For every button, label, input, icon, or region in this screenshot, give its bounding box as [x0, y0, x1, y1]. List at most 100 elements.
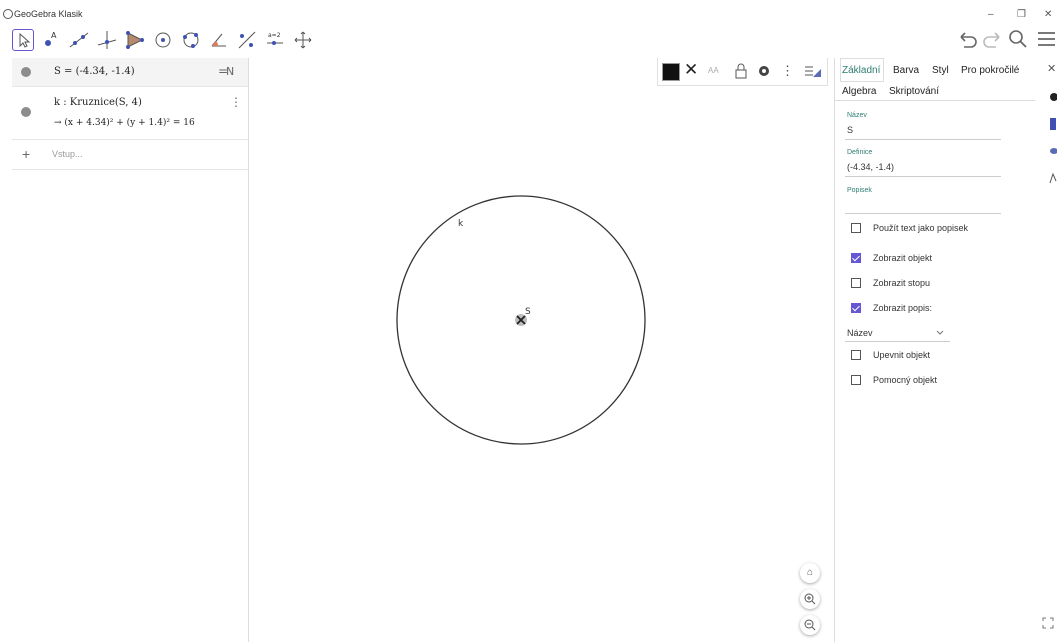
checkbox-label: Použít text jako popisek: [873, 223, 969, 233]
search-icon: [1009, 30, 1027, 48]
reflect-icon: [238, 31, 256, 49]
move-tool-button[interactable]: [12, 29, 34, 51]
line-icon: [69, 32, 89, 48]
zoom-out-icon: [804, 619, 816, 631]
perpendicular-icon: [97, 31, 117, 49]
graphics-view[interactable]: k S ✕ AA ⋮ ⌂: [249, 58, 834, 642]
fullscreen-icon[interactable]: [1041, 616, 1055, 630]
graphics-canvas[interactable]: k S: [249, 58, 834, 642]
angle-icon: [211, 33, 226, 47]
gear-icon[interactable]: [756, 63, 772, 79]
function-view-icon[interactable]: [1048, 171, 1057, 185]
reflect-tool-button[interactable]: [236, 29, 258, 51]
definition-field-underline: [845, 176, 1001, 177]
maximize-button[interactable]: ❐: [1017, 9, 1026, 20]
line-tool-button[interactable]: [68, 29, 90, 51]
minimize-button[interactable]: –: [988, 9, 994, 20]
properties-side-strip: ✕: [1035, 58, 1057, 642]
checkbox-label: Zobrazit popis:: [873, 303, 933, 313]
checkbox-label: Zobrazit stopu: [873, 278, 931, 288]
hamburger-menu-icon: [1038, 32, 1055, 46]
algebra-input-row[interactable]: + Vstup...: [12, 140, 248, 170]
chevron-down-icon[interactable]: [935, 328, 945, 338]
toggle-style-bar-icon[interactable]: [803, 63, 823, 79]
color-swatch-button[interactable]: [662, 63, 680, 81]
show-trace-checkbox[interactable]: [851, 278, 861, 288]
perpendicular-tool-button[interactable]: [96, 29, 118, 51]
label-mode-dropdown[interactable]: Název: [847, 328, 873, 338]
point-style-x-icon[interactable]: ✕: [684, 60, 698, 80]
circle-three-points-tool-button[interactable]: [180, 29, 202, 51]
geogebra-logo-icon: [3, 9, 13, 19]
cas-view-icon[interactable]: [1048, 145, 1057, 157]
name-field[interactable]: S: [847, 125, 853, 135]
home-icon: ⌂: [806, 567, 814, 578]
graphics-view-icon[interactable]: [1048, 117, 1057, 131]
slider-icon: a=2: [267, 32, 283, 45]
tab-style[interactable]: Styl: [932, 65, 949, 76]
undo-icon: [960, 32, 977, 48]
slider-tool-button[interactable]: a=2: [264, 29, 286, 51]
zoom-in-button[interactable]: [800, 589, 820, 609]
definition-label: Definice: [847, 149, 873, 156]
caption-field[interactable]: [845, 213, 1001, 214]
redo-button[interactable]: [981, 28, 1003, 53]
name-field-underline: [845, 139, 1001, 140]
move-graphics-tool-button[interactable]: [292, 29, 314, 51]
tab-algebra[interactable]: Algebra: [842, 86, 876, 97]
circle-center-point-icon: [155, 32, 171, 48]
tab-color[interactable]: Barva: [893, 65, 919, 76]
tab-advanced[interactable]: Pro pokročilé: [961, 65, 1019, 76]
algebra-menu-button[interactable]: = N: [218, 62, 238, 83]
auxiliary-object-checkbox[interactable]: [851, 375, 861, 385]
home-button[interactable]: ⌂: [800, 563, 820, 583]
use-text-as-caption-checkbox[interactable]: [851, 223, 861, 233]
fix-object-checkbox[interactable]: [851, 350, 861, 360]
cursor-icon: [19, 32, 31, 48]
gear-icon[interactable]: [1048, 91, 1057, 103]
checkbox-label: Zobrazit objekt: [873, 253, 933, 263]
tab-scripting[interactable]: Skriptování: [889, 86, 939, 97]
angle-tool-button[interactable]: [208, 29, 230, 51]
point-tool-button[interactable]: A: [40, 29, 62, 51]
polygon-tool-button[interactable]: [124, 29, 146, 51]
algebra-input[interactable]: Vstup...: [52, 149, 83, 159]
tab-basic-frame: [840, 58, 884, 82]
algebra-row-point-s[interactable]: S = (-4.34, -1.4) = N: [12, 58, 248, 87]
undo-button[interactable]: [957, 28, 979, 53]
checkbox-label: Pomocný objekt: [873, 375, 938, 385]
close-button[interactable]: ✕: [1044, 9, 1052, 20]
algebra-item-definition[interactable]: k : Kruznice(S, 4): [54, 97, 142, 108]
search-button[interactable]: [1007, 28, 1029, 53]
algebra-item-equation: → (x + 4.34)² + (y + 1.4)² = 16: [54, 118, 195, 128]
show-label-checkbox[interactable]: [851, 303, 861, 313]
point-label: S: [525, 307, 531, 317]
more-options-icon[interactable]: ⋮: [230, 95, 242, 109]
algebra-item-text[interactable]: S = (-4.34, -1.4): [54, 66, 135, 77]
circle-label: k: [458, 219, 464, 229]
definition-field[interactable]: (-4.34, -1.4): [847, 162, 894, 172]
point-icon: A: [45, 31, 57, 46]
redo-icon: [983, 32, 1000, 48]
title-bar: GeoGebra Klasik – ❐ ✕: [0, 0, 1057, 24]
dropdown-underline: [845, 341, 950, 342]
main-menu-button[interactable]: [1035, 28, 1057, 53]
circle-tool-button[interactable]: [152, 29, 174, 51]
algebra-row-circle-k[interactable]: k : Kruznice(S, 4) → (x + 4.34)² + (y + …: [12, 87, 248, 140]
plus-icon[interactable]: +: [22, 146, 30, 162]
more-vertical-icon[interactable]: ⋮: [781, 63, 794, 79]
lock-icon[interactable]: [734, 63, 748, 79]
show-object-checkbox[interactable]: [851, 253, 861, 263]
window-title: GeoGebra Klasik: [14, 9, 83, 19]
move-arrows-icon: [294, 31, 312, 49]
algebra-view: S = (-4.34, -1.4) = N k : Kruznice(S, 4) …: [12, 58, 249, 642]
circle-three-points-icon: [183, 32, 199, 48]
visibility-toggle-icon[interactable]: [21, 67, 31, 77]
algebra-description-icon: =N: [218, 64, 234, 78]
zoom-out-button[interactable]: [800, 615, 820, 635]
polygon-icon: [126, 31, 144, 49]
text-size-icon[interactable]: AA: [708, 66, 719, 75]
visibility-toggle-icon[interactable]: [21, 107, 31, 117]
close-properties-icon[interactable]: ✕: [1047, 62, 1056, 75]
svg-text:A: A: [51, 31, 57, 40]
